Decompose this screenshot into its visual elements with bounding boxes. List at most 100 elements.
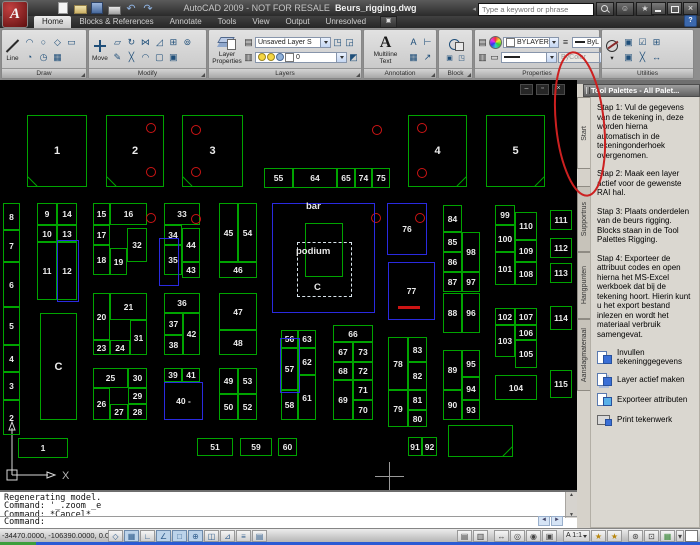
layer-dropdown[interactable]: 0 xyxy=(255,52,347,63)
rigging-point-circle[interactable] xyxy=(191,125,201,135)
rigging-point-circle[interactable] xyxy=(146,167,156,177)
booth-70[interactable]: 70 xyxy=(353,400,373,420)
booth-75[interactable]: 75 xyxy=(372,168,390,188)
panel-label-utilities[interactable]: Utilities xyxy=(602,68,693,78)
booth-53[interactable]: 53 xyxy=(238,368,257,394)
booth-63[interactable]: 63 xyxy=(298,330,316,348)
booth-67[interactable]: 67 xyxy=(333,342,353,362)
booth-37[interactable]: 37 xyxy=(164,313,183,335)
booth-83[interactable]: 83 xyxy=(408,337,427,362)
tab-blocks-references[interactable]: Blocks & References xyxy=(71,16,161,28)
booth-82[interactable]: 82 xyxy=(408,362,427,390)
show-motion-button[interactable]: ▣ xyxy=(542,530,557,542)
tab-unresolved[interactable]: Unresolved xyxy=(318,16,374,28)
save-icon[interactable] xyxy=(90,2,104,14)
booth-90[interactable]: 90 xyxy=(443,390,462,420)
polar-toggle-button[interactable] xyxy=(156,530,171,542)
palette-tab-aanslagmateriaal[interactable]: Aanslagmateriaal xyxy=(577,319,590,391)
booth-54[interactable]: 54 xyxy=(238,203,257,262)
booth-107[interactable]: 107 xyxy=(515,308,537,325)
lwt-toggle-button[interactable] xyxy=(236,530,251,542)
booth-65[interactable]: 65 xyxy=(337,168,355,188)
overlay-red[interactable] xyxy=(398,306,420,309)
booth-17[interactable]: 17 xyxy=(93,225,110,245)
layers-dialog-launcher-icon[interactable] xyxy=(356,73,360,77)
infocenter-search-input[interactable] xyxy=(478,3,594,16)
booth-6[interactable]: 6 xyxy=(3,262,20,307)
annotation-visibility-button[interactable]: ★ xyxy=(591,530,606,542)
draw-dialog-launcher-icon[interactable] xyxy=(81,73,85,77)
booth-115[interactable]: 115 xyxy=(550,370,572,398)
match-properties-icon[interactable]: ▤ xyxy=(477,36,488,49)
booth-106[interactable]: 106 xyxy=(515,325,537,340)
booth-30[interactable]: 30 xyxy=(128,368,147,388)
layer-state-dropdown[interactable]: Unsaved Layer S xyxy=(255,37,331,48)
booth-23[interactable]: 23 xyxy=(93,340,110,355)
rigging-point-circle[interactable] xyxy=(417,123,427,133)
search-icon[interactable] xyxy=(596,2,614,16)
paste-button[interactable]: ▣ xyxy=(622,36,635,49)
steering-wheel-button[interactable]: ◉ xyxy=(526,530,541,542)
booth-49[interactable]: 49 xyxy=(219,368,238,394)
object-color-dropdown[interactable]: BYLAYER xyxy=(503,37,559,48)
scroll-right-icon[interactable]: ► xyxy=(551,516,563,526)
drawing-status-bar-button[interactable]: ▦ xyxy=(660,530,675,542)
panel-label-modify[interactable]: Modify xyxy=(89,68,206,78)
osnap-toggle-button[interactable] xyxy=(172,530,187,542)
layer-isolate-button[interactable]: ◳ xyxy=(332,36,343,49)
panel-label-annotation[interactable]: Annotation xyxy=(364,68,436,78)
multiline-text-button[interactable]: A Multiline Text xyxy=(366,34,405,65)
explode-button[interactable]: ▣ xyxy=(167,51,180,64)
booth-5[interactable]: 5 xyxy=(3,307,20,345)
erase-button[interactable]: ▱ xyxy=(111,36,124,49)
booth-28[interactable]: 28 xyxy=(128,404,147,420)
polygon-button[interactable]: ◇ xyxy=(51,36,64,49)
booth-39[interactable]: 39 xyxy=(164,368,182,382)
booth-80[interactable]: 80 xyxy=(408,410,427,427)
qp-toggle-button[interactable] xyxy=(252,530,267,542)
booth-31[interactable]: 31 xyxy=(130,320,147,355)
offset-button[interactable]: ⊚ xyxy=(181,36,194,49)
booth-29[interactable]: 29 xyxy=(128,388,147,404)
rigging-point-circle[interactable] xyxy=(191,167,201,177)
clean-screen-button[interactable] xyxy=(685,530,698,542)
close-button[interactable] xyxy=(683,2,698,15)
palette-tool-invullen-tekeninggegevens[interactable]: Invullen tekeninggegevens xyxy=(597,348,693,366)
command-scrollbar[interactable]: ▲▼ xyxy=(565,492,577,518)
palette-tool-print-tekenwerk[interactable]: Print tekenwerk xyxy=(597,413,693,426)
palette-tab-hangpunten[interactable]: Hangpunten xyxy=(577,252,590,319)
drawing-minimize-button[interactable] xyxy=(520,84,533,95)
tab-annotate[interactable]: Annotate xyxy=(162,16,210,28)
tab-tools[interactable]: Tools xyxy=(210,16,245,28)
tool-palettes-titlebar[interactable]: Tool Palettes - All Palet... xyxy=(583,84,700,97)
booth-87[interactable]: 87 xyxy=(443,272,462,292)
booth-26[interactable]: 26 xyxy=(93,388,110,420)
booth-4[interactable]: 4 xyxy=(3,345,20,372)
otrack-toggle-button[interactable] xyxy=(188,530,203,542)
booth-72[interactable]: 72 xyxy=(353,362,373,380)
booth-47[interactable]: 47 xyxy=(219,293,257,330)
layer-states-icon[interactable]: ▤ xyxy=(243,36,254,49)
restore-button[interactable] xyxy=(667,2,682,15)
layer-match-button[interactable]: ▥ xyxy=(243,51,254,64)
overlay-blue[interactable] xyxy=(159,238,179,286)
copy-clip-button[interactable]: ▣ xyxy=(622,51,635,64)
mirror-button[interactable]: ⋈ xyxy=(139,36,152,49)
booth-3[interactable]: 3 xyxy=(3,372,20,400)
booth-36[interactable]: 36 xyxy=(164,293,200,313)
plot-icon[interactable] xyxy=(107,2,121,14)
booth-11[interactable]: 11 xyxy=(37,242,57,300)
booth-78[interactable]: 78 xyxy=(388,337,408,390)
rigging-point-circle[interactable] xyxy=(146,123,156,133)
cut-button[interactable]: ╳ xyxy=(636,51,649,64)
leader-button[interactable]: ↗ xyxy=(421,51,434,64)
toolbar-lock-button[interactable]: ⊡ xyxy=(644,530,659,542)
annotation-dialog-launcher-icon[interactable] xyxy=(431,73,435,77)
scroll-up-icon[interactable]: ▲ xyxy=(569,492,574,498)
booth-68[interactable]: 68 xyxy=(333,362,353,380)
ducs-toggle-button[interactable] xyxy=(204,530,219,542)
dyn-toggle-button[interactable] xyxy=(220,530,235,542)
table-button[interactable]: ▦ xyxy=(407,51,420,64)
edit-block-button[interactable]: ◳ xyxy=(456,54,467,64)
move-button[interactable]: Move xyxy=(91,38,109,62)
